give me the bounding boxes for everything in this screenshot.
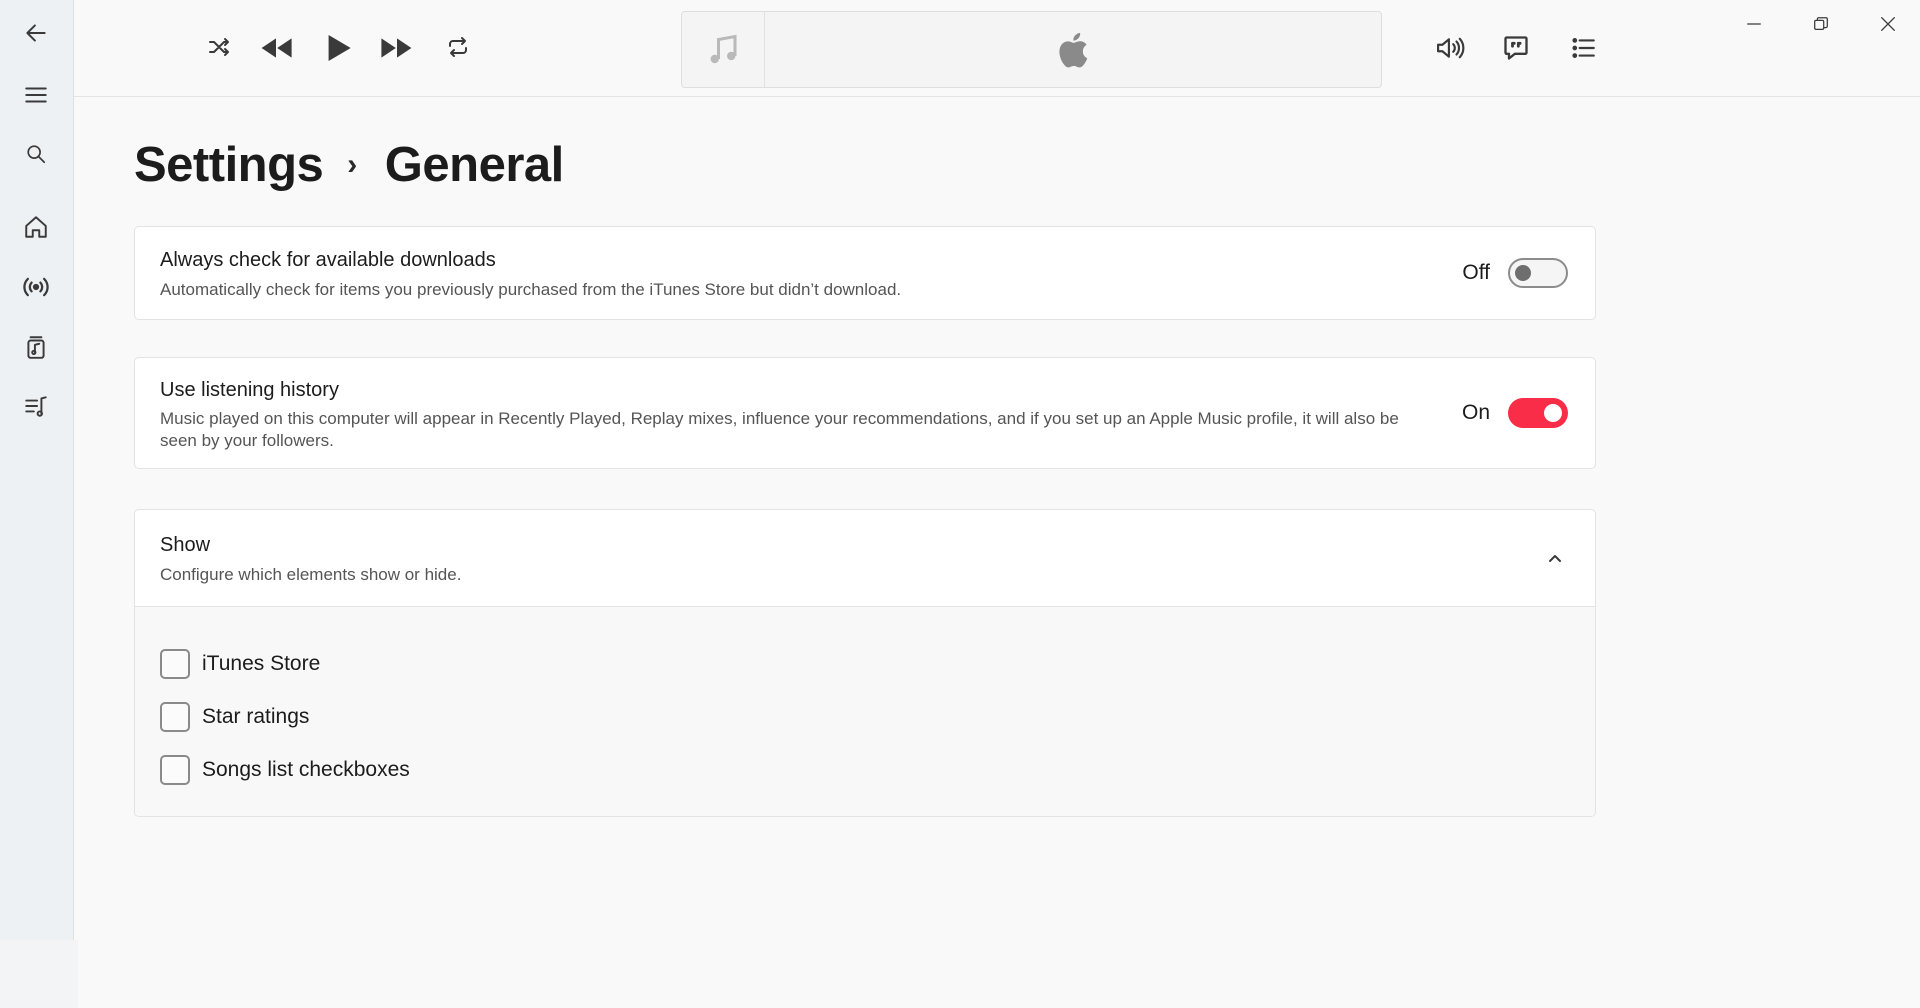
sidebar-footer [0, 940, 78, 1008]
show-section-title: Show [160, 534, 211, 556]
arrow-left-icon [26, 24, 46, 42]
history-toggle[interactable] [1508, 398, 1568, 428]
lyrics-icon [1504, 36, 1528, 60]
star-ratings-checkbox[interactable] [160, 702, 190, 732]
shuffle-icon [209, 38, 229, 56]
minimize-icon [1747, 23, 1761, 25]
repeat-icon [449, 37, 467, 57]
downloads-setting-description: Automatically check for items you previo… [160, 280, 902, 299]
toggle-knob [1515, 265, 1531, 281]
downloads-toggle-label: Off [1462, 261, 1490, 284]
downloads-setting-title: Always check for available downloads [160, 249, 496, 271]
queue-button[interactable] [1566, 30, 1602, 66]
apple-logo [1054, 30, 1090, 70]
search-icon [27, 145, 46, 164]
star-ratings-label: Star ratings [202, 705, 310, 728]
home-icon [25, 216, 47, 238]
collapse-chevron-button[interactable] [1545, 548, 1565, 568]
previous-button[interactable] [258, 30, 294, 66]
breadcrumb: Settings › General [134, 137, 564, 193]
radio-nav-button[interactable] [16, 267, 56, 307]
play-icon [328, 35, 351, 61]
toggle-knob [1544, 404, 1562, 422]
minimize-button[interactable] [1734, 8, 1774, 40]
hamburger-icon [25, 87, 47, 103]
close-button[interactable] [1868, 8, 1908, 40]
volume-button[interactable] [1430, 30, 1470, 66]
downloads-setting-card: Always check for available downloads Aut… [134, 226, 1596, 320]
lyrics-button[interactable] [1498, 30, 1534, 66]
itunes-store-option[interactable]: iTunes Store [160, 649, 320, 679]
songs-list-checkboxes-label: Songs list checkboxes [202, 758, 410, 781]
history-toggle-label: On [1461, 401, 1490, 424]
breadcrumb-settings-link[interactable]: Settings [134, 137, 324, 193]
show-setting-card: Show Configure which elements show or hi… [134, 509, 1596, 817]
album-artwork [682, 12, 765, 87]
menu-button[interactable] [16, 75, 56, 115]
close-icon [1881, 17, 1895, 31]
music-note-icon [710, 34, 737, 63]
playlist-icon [25, 396, 47, 417]
fast-forward-icon [381, 38, 412, 58]
play-button[interactable] [321, 30, 357, 66]
page-title: General [384, 138, 564, 192]
library-icon [27, 336, 45, 359]
now-playing-panel [681, 11, 1382, 88]
history-toggle-control[interactable]: On [1462, 398, 1568, 428]
repeat-button[interactable] [443, 32, 473, 62]
next-button[interactable] [379, 30, 415, 66]
star-ratings-option[interactable]: Star ratings [160, 702, 309, 732]
downloads-toggle-control[interactable]: Off [1462, 258, 1568, 288]
restore-icon [1814, 17, 1828, 31]
radio-broadcast-icon [23, 277, 49, 297]
show-options-panel: iTunes Store Star ratings Songs list che… [135, 607, 1595, 816]
history-setting-card: Use listening history Music played on th… [134, 357, 1596, 469]
rewind-icon [261, 38, 292, 58]
apple-logo-icon [1059, 32, 1088, 68]
show-section-header[interactable]: Show Configure which elements show or hi… [135, 510, 1595, 607]
volume-icon [1437, 37, 1465, 59]
itunes-store-checkbox[interactable] [160, 649, 190, 679]
history-setting-description: Music played on this computer will appea… [160, 409, 1399, 450]
restore-button[interactable] [1801, 8, 1841, 40]
chevron-up-icon [1549, 555, 1561, 562]
search-button[interactable] [16, 134, 56, 174]
home-nav-button[interactable] [16, 207, 56, 247]
back-button[interactable] [16, 13, 56, 53]
songs-list-checkboxes-option[interactable]: Songs list checkboxes [160, 755, 410, 785]
toolbar [74, 0, 1920, 97]
songs-list-checkboxes-checkbox[interactable] [160, 755, 190, 785]
settings-page: Settings › General Always check for avai… [74, 97, 1920, 1008]
history-setting-title: Use listening history [160, 379, 339, 401]
sidebar [0, 0, 78, 1008]
show-section-description: Configure which elements show or hide. [160, 565, 462, 584]
downloads-toggle[interactable] [1508, 258, 1568, 288]
playlist-nav-button[interactable] [16, 386, 56, 426]
breadcrumb-separator: › [347, 148, 357, 181]
itunes-store-label: iTunes Store [202, 652, 321, 675]
shuffle-button[interactable] [204, 32, 234, 62]
library-nav-button[interactable] [16, 327, 56, 367]
queue-list-icon [1572, 38, 1595, 58]
